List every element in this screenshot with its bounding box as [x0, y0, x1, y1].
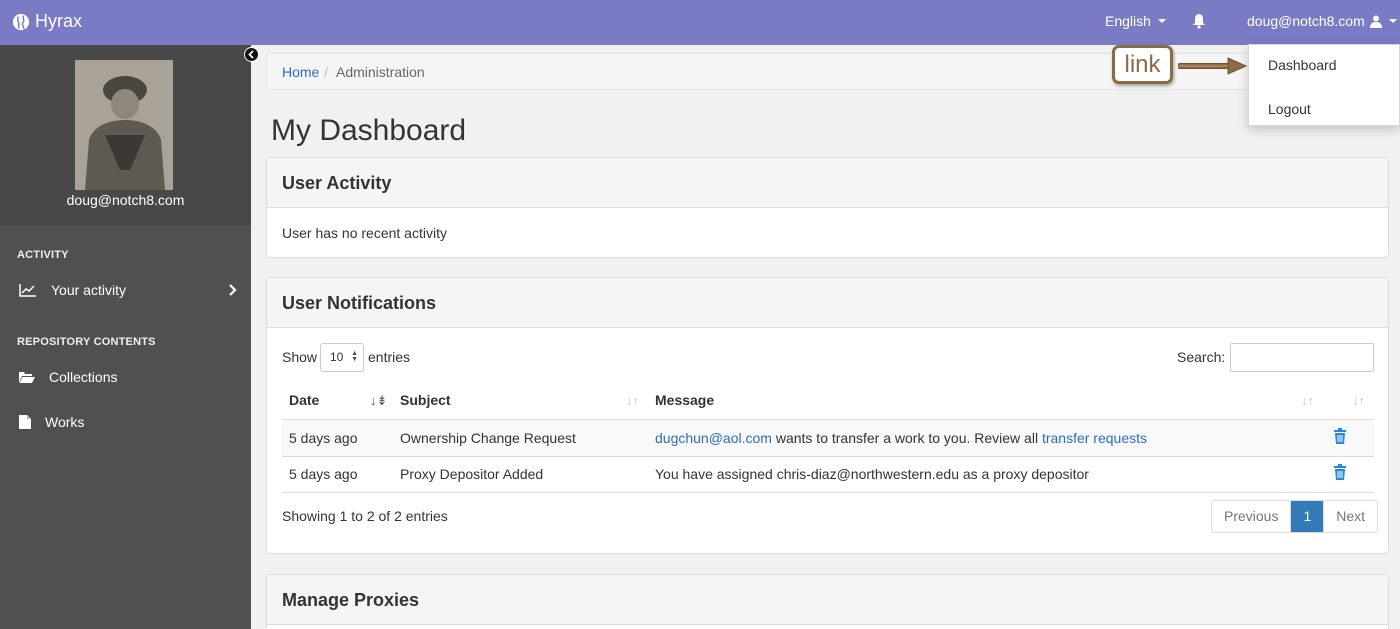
section-label-repository-contents: REPOSITORY CONTENTS [17, 336, 156, 348]
column-header-subject[interactable]: Subject [400, 392, 451, 408]
sidebar-item-collections[interactable]: Collections [19, 369, 117, 385]
row-subject: Ownership Change Request [400, 430, 576, 446]
breadcrumb-home-link[interactable]: Home [282, 64, 319, 80]
brand-link[interactable]: Hyrax [12, 11, 82, 32]
caret-down-icon [1388, 19, 1397, 23]
panel-heading: Manage Proxies [267, 575, 1388, 625]
sidebar-item-works[interactable]: Works [19, 414, 84, 430]
trash-icon[interactable] [1333, 464, 1347, 480]
column-header-message[interactable]: Message [655, 392, 714, 408]
panel-heading: User Notifications [267, 278, 1388, 328]
row-message: You have assigned chris-diaz@northwester… [655, 466, 1089, 482]
sidebar-profile: doug@notch8.com [0, 45, 251, 225]
row-divider [282, 492, 1374, 493]
panel-title: Manage Proxies [282, 590, 420, 610]
panel-title: User Activity [282, 173, 392, 193]
column-header-date[interactable]: Date [289, 392, 319, 408]
user-activity-panel: User Activity User has no recent activit… [266, 157, 1389, 258]
pagination-next[interactable]: Next [1324, 501, 1377, 532]
dropdown-dashboard-link[interactable]: Dashboard [1268, 57, 1337, 73]
annotation-arrow [1178, 57, 1248, 75]
brand-name: Hyrax [35, 11, 83, 31]
page-size-select[interactable]: 10 ▲ ▼ [320, 343, 364, 372]
select-arrows-icon: ▲ ▼ [351, 350, 358, 363]
globe-icon [12, 13, 30, 30]
notifications-bell[interactable] [1192, 13, 1206, 29]
sidebar-item-label: Collections [49, 369, 118, 385]
row-date: 5 days ago [289, 466, 358, 482]
sort-asc-icon[interactable]: ↓⇟ [370, 393, 387, 409]
search-input[interactable] [1230, 343, 1374, 372]
page-size-value: 10 [330, 350, 344, 364]
panel-heading: User Activity [267, 158, 1388, 208]
entries-label: entries [368, 349, 411, 365]
table-summary: Showing 1 to 2 of 2 entries [282, 508, 448, 524]
page-title: My Dashboard [271, 114, 467, 147]
manage-proxies-panel: Manage Proxies [266, 574, 1389, 629]
sidebar: doug@notch8.com ACTIVITY Your activity R… [0, 45, 251, 629]
sort-icon[interactable]: ↓↑ [626, 393, 639, 408]
user-dropdown-menu: Dashboard Logout [1248, 44, 1400, 126]
breadcrumb-separator: / [324, 64, 328, 80]
show-label: Show [282, 349, 318, 365]
message-text: wants to transfer a work to you. Review … [771, 430, 1042, 446]
profile-name: doug@notch8.com [66, 192, 185, 208]
row-divider [282, 456, 1374, 457]
dropdown-logout-link[interactable]: Logout [1268, 101, 1311, 117]
user-notifications-panel: User Notifications Show 10 ▲ ▼ entries Se… [266, 277, 1389, 554]
annotation-callout: link [1112, 45, 1173, 84]
row-subject: Proxy Depositor Added [400, 466, 544, 482]
sort-icon[interactable]: ↓↑ [1352, 393, 1365, 408]
caret-down-icon [1157, 19, 1166, 23]
user-icon [1369, 15, 1382, 28]
pagination-previous[interactable]: Previous [1212, 501, 1292, 532]
breadcrumb-current: Administration [336, 64, 425, 80]
top-navbar: Hyrax English doug@notch8.com [0, 0, 1400, 45]
chevron-left-icon [248, 50, 254, 59]
activity-message: User has no recent activity [282, 225, 447, 241]
language-label: English [1105, 13, 1151, 29]
bell-icon [1193, 14, 1205, 29]
user-email: doug@notch8.com [1247, 13, 1365, 29]
search-label: Search: [1177, 349, 1226, 365]
sender-email-link[interactable]: dugchun@aol.com [655, 430, 772, 446]
trash-icon[interactable] [1333, 428, 1347, 444]
sidebar-collapse-button[interactable] [244, 47, 259, 62]
row-message: dugchun@aol.com wants to transfer a work… [655, 430, 1147, 446]
row-date: 5 days ago [289, 430, 358, 446]
pagination-page-1[interactable]: 1 [1291, 501, 1325, 532]
avatar [75, 60, 173, 190]
language-dropdown[interactable]: English [1105, 13, 1166, 29]
line-chart-icon [19, 284, 36, 297]
panel-title: User Notifications [282, 293, 437, 313]
sidebar-item-label: Works [45, 414, 85, 430]
transfer-requests-link[interactable]: transfer requests [1042, 430, 1147, 446]
sidebar-item-your-activity[interactable]: Your activity [19, 282, 126, 298]
user-menu-toggle[interactable]: doug@notch8.com [1247, 13, 1397, 29]
pagination: Previous 1 Next [1211, 500, 1379, 533]
section-label-activity: ACTIVITY [17, 249, 69, 261]
file-icon [19, 415, 31, 429]
chevron-right-icon[interactable] [229, 284, 237, 296]
sidebar-item-label: Your activity [51, 282, 126, 298]
folder-open-icon [19, 371, 35, 383]
sort-icon[interactable]: ↓↑ [1301, 393, 1314, 408]
